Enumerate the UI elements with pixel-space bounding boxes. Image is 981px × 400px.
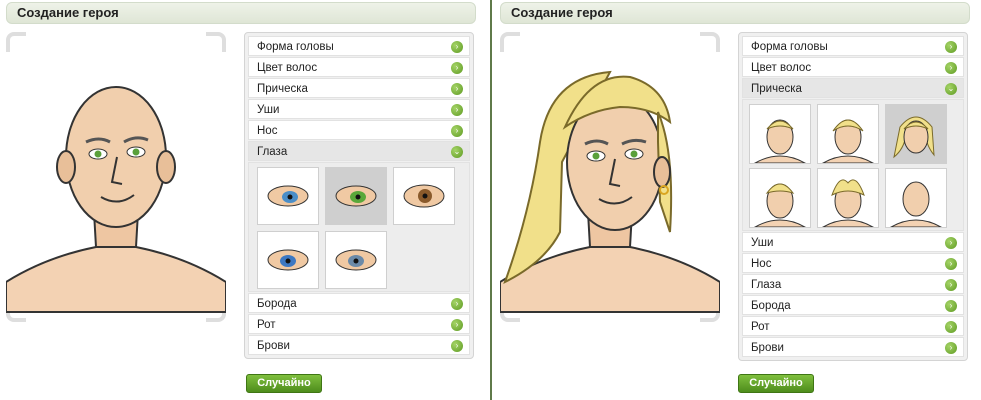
long-hair-hero-image — [500, 70, 720, 313]
menu-item-hair-color[interactable]: Цвет волос › — [248, 57, 470, 77]
chevron-right-icon[interactable]: › — [945, 342, 957, 354]
chevron-right-icon[interactable]: › — [451, 340, 463, 352]
hairstyle-preview-icon — [753, 183, 807, 228]
title-bar: Создание героя — [500, 2, 970, 24]
chevron-right-icon[interactable]: › — [451, 125, 463, 137]
hairstyle-option[interactable] — [817, 168, 879, 228]
eyes-options — [248, 162, 470, 292]
menu-item-beard[interactable]: Борода › — [248, 293, 470, 313]
menu-item-beard[interactable]: Борода › — [742, 295, 964, 315]
hero-creator-left: Создание героя Форма головы › Цвет волос ›… — [0, 0, 490, 400]
chevron-down-icon[interactable]: ⌄ — [451, 146, 463, 158]
eye-preview-icon — [335, 185, 377, 207]
appearance-menu: Форма головы › Цвет волос › Прическа ⌄ Уши › — [738, 32, 968, 361]
hairstyle-options — [742, 99, 964, 231]
eye-preview-icon — [267, 185, 309, 207]
eye-option[interactable] — [325, 231, 387, 289]
bald-hero-image — [6, 86, 226, 313]
hairstyle-option-selected[interactable] — [885, 104, 947, 164]
menu-item-hairstyle[interactable]: Прическа ⌄ — [742, 78, 964, 98]
appearance-menu: Форма головы › Цвет волос › Прическа › Уши ›… — [244, 32, 474, 359]
eye-option-selected[interactable] — [325, 167, 387, 225]
menu-item-label: Уши — [751, 237, 774, 249]
eye-option[interactable] — [257, 231, 319, 289]
menu-item-head-shape[interactable]: Форма головы › — [742, 36, 964, 56]
eye-preview-icon — [403, 184, 445, 208]
menu-item-eyes[interactable]: Глаза ⌄ — [248, 141, 470, 161]
chevron-right-icon[interactable]: › — [945, 62, 957, 74]
hairstyle-preview-icon — [821, 119, 875, 164]
menu-item-label: Нос — [751, 258, 772, 270]
chevron-right-icon[interactable]: › — [945, 237, 957, 249]
menu-item-label: Прическа — [751, 83, 802, 95]
menu-item-label: Брови — [751, 342, 784, 354]
random-button[interactable]: Случайно — [246, 374, 322, 393]
hairstyle-preview-icon — [821, 179, 875, 228]
menu-item-label: Цвет волос — [257, 62, 318, 74]
menu-item-mouth[interactable]: Рот › — [248, 314, 470, 334]
menu-item-label: Рот — [751, 321, 770, 333]
menu-item-nose[interactable]: Нос › — [742, 253, 964, 273]
chevron-right-icon[interactable]: › — [945, 300, 957, 312]
chevron-right-icon[interactable]: › — [451, 83, 463, 95]
menu-item-hair-color[interactable]: Цвет волос › — [742, 57, 964, 77]
random-button[interactable]: Случайно — [738, 374, 814, 393]
menu-item-label: Нос — [257, 125, 278, 137]
panel-divider — [490, 0, 492, 400]
hairstyle-preview-icon — [893, 116, 935, 159]
menu-item-label: Форма головы — [257, 41, 334, 53]
chevron-right-icon[interactable]: › — [945, 279, 957, 291]
menu-item-label: Форма головы — [751, 41, 828, 53]
menu-item-ears[interactable]: Уши › — [742, 232, 964, 252]
eye-option[interactable] — [393, 167, 455, 225]
menu-item-label: Борода — [751, 300, 791, 312]
hairstyle-option[interactable] — [817, 104, 879, 164]
menu-item-label: Цвет волос — [751, 62, 812, 74]
page-title: Создание героя — [17, 5, 119, 20]
chevron-right-icon[interactable]: › — [451, 62, 463, 74]
hairstyle-preview-icon — [889, 181, 943, 228]
eye-option[interactable] — [257, 167, 319, 225]
chevron-right-icon[interactable]: › — [945, 321, 957, 333]
eye-preview-icon — [267, 249, 309, 271]
menu-item-label: Глаза — [257, 146, 288, 158]
chevron-right-icon[interactable]: › — [945, 41, 957, 53]
menu-item-eyes[interactable]: Глаза › — [742, 274, 964, 294]
eye-preview-icon — [335, 249, 377, 271]
chevron-right-icon[interactable]: › — [451, 104, 463, 116]
menu-item-label: Рот — [257, 319, 276, 331]
menu-item-mouth[interactable]: Рот › — [742, 316, 964, 336]
hero-creator-right: Создание героя Форма головы › Цвет волос… — [494, 0, 981, 400]
menu-item-eyebrows[interactable]: Брови › — [742, 337, 964, 357]
menu-item-head-shape[interactable]: Форма головы › — [248, 36, 470, 56]
hero-portrait — [6, 32, 226, 322]
hairstyle-preview-icon — [753, 119, 807, 164]
menu-item-label: Прическа — [257, 83, 308, 95]
hairstyle-option[interactable] — [885, 168, 947, 228]
hairstyle-option[interactable] — [749, 104, 811, 164]
menu-item-label: Уши — [257, 104, 280, 116]
hero-portrait — [500, 32, 720, 322]
menu-item-label: Брови — [257, 340, 290, 352]
chevron-right-icon[interactable]: › — [451, 319, 463, 331]
chevron-right-icon[interactable]: › — [451, 41, 463, 53]
title-bar: Создание героя — [6, 2, 476, 24]
page-title: Создание героя — [511, 5, 613, 20]
menu-item-eyebrows[interactable]: Брови › — [248, 335, 470, 355]
hairstyle-option[interactable] — [749, 168, 811, 228]
menu-item-nose[interactable]: Нос › — [248, 120, 470, 140]
menu-item-label: Глаза — [751, 279, 782, 291]
menu-item-ears[interactable]: Уши › — [248, 99, 470, 119]
chevron-down-icon[interactable]: ⌄ — [945, 83, 957, 95]
menu-item-hairstyle[interactable]: Прическа › — [248, 78, 470, 98]
chevron-right-icon[interactable]: › — [945, 258, 957, 270]
chevron-right-icon[interactable]: › — [451, 298, 463, 310]
menu-item-label: Борода — [257, 298, 297, 310]
